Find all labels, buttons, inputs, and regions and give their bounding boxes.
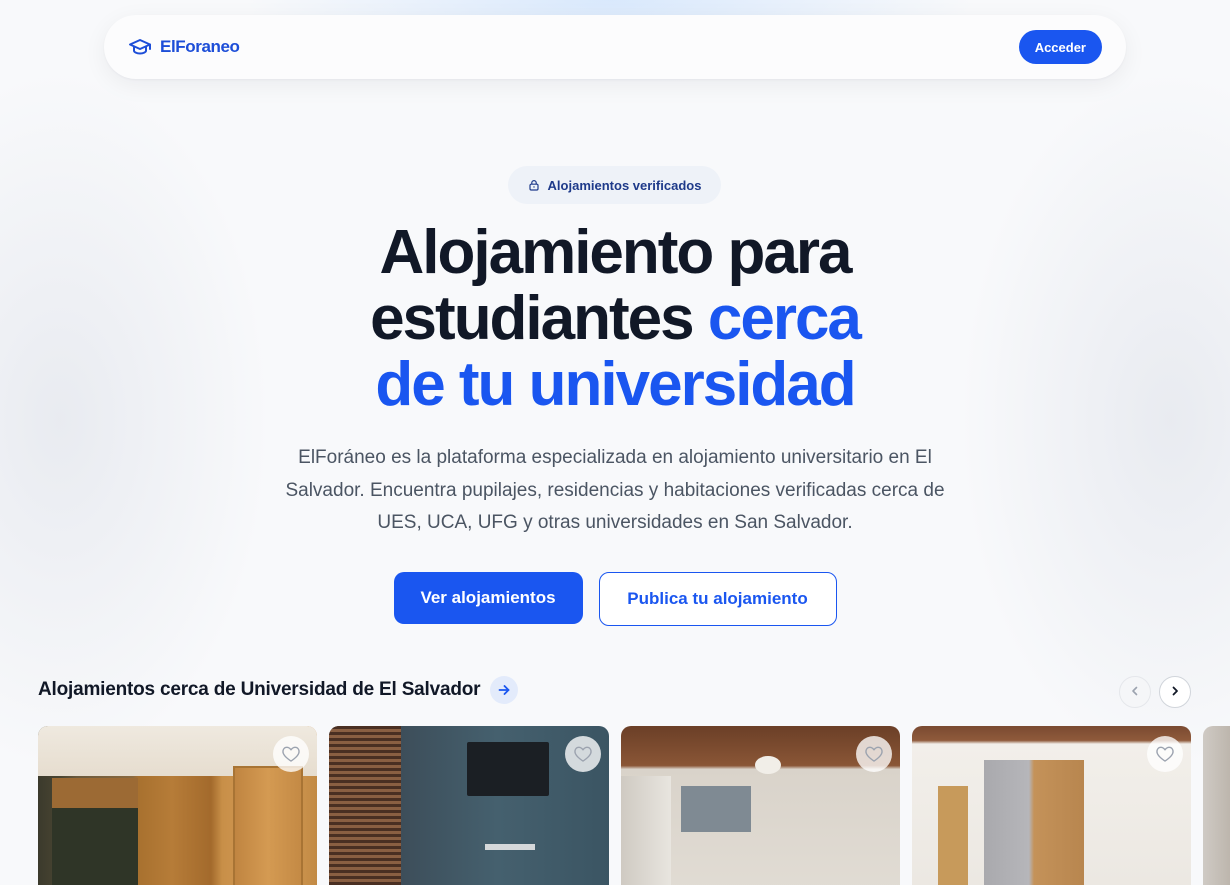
heart-icon[interactable]: [856, 736, 892, 772]
listing-card[interactable]: [38, 726, 317, 885]
chevron-left-icon: [1129, 685, 1141, 700]
carousel-next-button[interactable]: [1159, 676, 1191, 708]
hero-title: Alojamiento para estudiantes cerca de tu…: [0, 220, 1230, 418]
carousel-controls: [1119, 676, 1191, 708]
graduation-cap-icon: [128, 35, 152, 59]
heart-icon[interactable]: [273, 736, 309, 772]
hero-title-line2: estudiantes: [370, 284, 695, 353]
listing-card[interactable]: [621, 726, 900, 885]
listing-card[interactable]: [1203, 726, 1230, 885]
hero-cta-group: Ver alojamientos Publica tu alojamiento: [0, 572, 1230, 626]
listing-card[interactable]: [329, 726, 609, 885]
listing-photo: [1203, 726, 1230, 885]
chevron-right-icon: [1169, 685, 1181, 700]
brand-logo[interactable]: ElForaneo: [128, 35, 240, 59]
view-listings-button[interactable]: Ver alojamientos: [393, 572, 583, 624]
brand-name: ElForaneo: [160, 37, 240, 56]
lock-icon: [528, 179, 540, 191]
hero-title-accent-1: cerca: [707, 284, 862, 353]
heart-icon[interactable]: [565, 736, 601, 772]
publish-listing-button[interactable]: Publica tu alojamiento: [598, 572, 837, 626]
section-title[interactable]: Alojamientos cerca de Universidad de El …: [38, 679, 481, 701]
hero-title-accent-2: de tu universidad: [375, 350, 856, 419]
login-button[interactable]: Acceder: [1018, 30, 1102, 64]
top-navbar: ElForaneo Acceder: [104, 15, 1126, 79]
verified-badge-label: Alojamientos verificados: [547, 177, 702, 193]
carousel-prev-button[interactable]: [1119, 676, 1151, 708]
hero-description: ElForáneo es la plataforma especializada…: [285, 447, 945, 533]
section-header: Alojamientos cerca de Universidad de El …: [38, 676, 519, 704]
heart-icon[interactable]: [1147, 736, 1183, 772]
verified-badge: Alojamientos verificados: [508, 166, 721, 204]
arrow-right-icon[interactable]: [490, 676, 519, 704]
hero-title-line1: Alojamiento para: [379, 218, 853, 287]
listing-card[interactable]: [912, 726, 1191, 885]
